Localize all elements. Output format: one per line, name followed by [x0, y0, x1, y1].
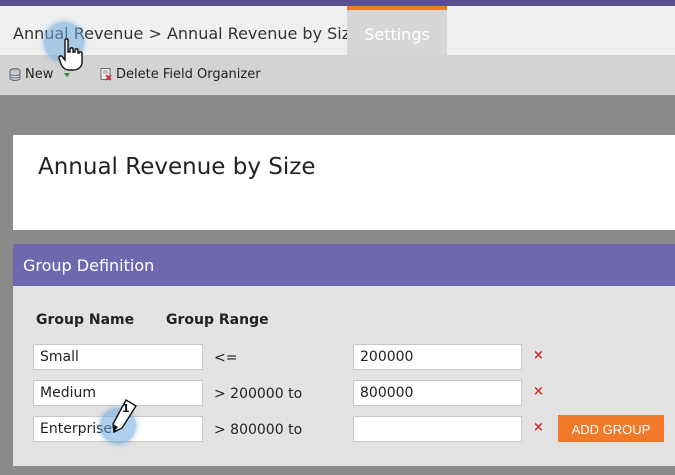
delete-row-icon[interactable]: × — [533, 384, 544, 399]
range-operator: > 200000 to — [214, 386, 303, 402]
tab-settings-label: Settings — [364, 25, 430, 44]
delete-field-organizer-button[interactable]: Delete Field Organizer — [100, 67, 261, 82]
column-header-group-name: Group Name — [36, 312, 135, 328]
tab-settings[interactable]: Settings — [347, 6, 447, 55]
delete-field-organizer-label: Delete Field Organizer — [116, 67, 261, 82]
add-group-button[interactable]: ADD GROUP — [558, 415, 664, 442]
delete-row-icon[interactable]: × — [533, 420, 544, 435]
delete-document-icon — [100, 68, 112, 81]
range-value-input[interactable] — [353, 344, 522, 370]
database-icon — [9, 68, 21, 81]
new-label: New — [25, 67, 54, 82]
group-row: <= × — [13, 344, 675, 372]
header-bar: Annual Revenue > Annual Revenue by Size — [0, 6, 675, 55]
group-definition-header: Group Definition — [13, 244, 675, 286]
group-definition-title: Group Definition — [23, 256, 155, 275]
column-header-group-range: Group Range — [166, 312, 269, 328]
callout-2-number: 2 — [70, 58, 78, 71]
range-operator: <= — [214, 350, 238, 366]
toolbar: New Delete Field Organizer — [0, 55, 675, 95]
delete-row-icon[interactable]: × — [533, 348, 544, 363]
range-value-input[interactable] — [353, 380, 522, 406]
range-value-input[interactable] — [353, 416, 522, 442]
callout-1-number: 1 — [122, 402, 130, 415]
range-operator: > 800000 to — [214, 422, 303, 438]
title-card: Annual Revenue by Size — [13, 135, 675, 230]
group-name-input[interactable] — [33, 344, 203, 370]
page-title: Annual Revenue by Size — [38, 154, 316, 180]
